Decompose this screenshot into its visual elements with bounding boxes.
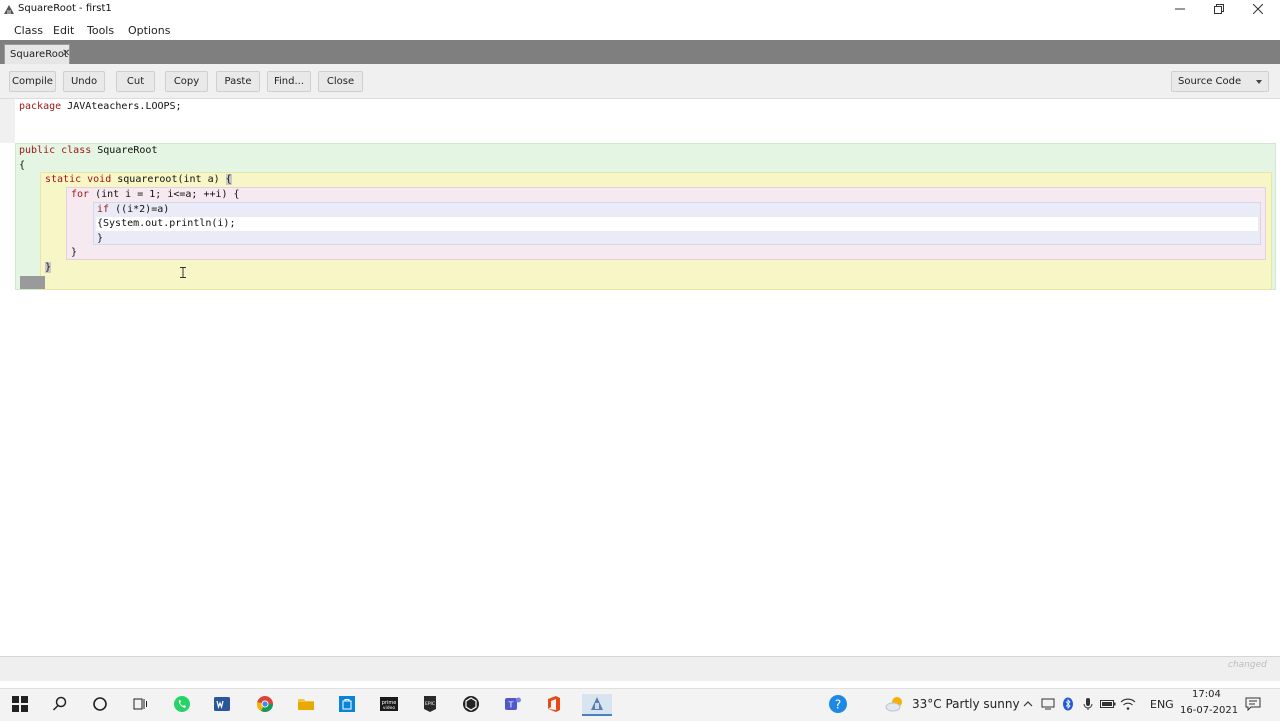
cut-button[interactable]: Cut <box>116 71 155 92</box>
language-indicator[interactable]: ENG <box>1150 698 1174 711</box>
code-line-println: {System.out.println(i); <box>97 218 236 229</box>
chevron-down-icon <box>1256 80 1262 84</box>
code-line-if: if ((i*2)=a) <box>97 203 169 217</box>
whatsapp-icon[interactable] <box>172 694 192 714</box>
svg-text:?: ? <box>835 698 841 712</box>
tab-strip: SquareRoot ✕ <box>0 40 1280 64</box>
code-line-open-brace: { <box>19 160 26 171</box>
code-text: squareroot(int a) <box>111 174 226 185</box>
network-icon[interactable] <box>1038 694 1058 714</box>
store-icon[interactable] <box>337 694 357 714</box>
windows-start-icon[interactable] <box>10 694 30 714</box>
chevron-up-icon[interactable] <box>1018 694 1038 714</box>
restore-icon <box>1214 3 1224 17</box>
text-cursor-icon <box>180 267 186 278</box>
epic-games-icon[interactable]: EPIC <box>420 694 440 714</box>
keyword: package <box>19 101 62 112</box>
restore-button[interactable] <box>1199 0 1239 20</box>
changed-status: changed <box>1228 660 1267 670</box>
code-text: JAVAteachers.LOOPS; <box>61 101 182 112</box>
window-title: SquareRoot - first1 <box>18 3 112 14</box>
bluej-icon[interactable] <box>582 694 612 716</box>
compile-button[interactable]: Compile <box>9 71 56 92</box>
menu-options[interactable]: Options <box>128 24 170 37</box>
teams-icon[interactable]: T <box>503 694 523 714</box>
clock-time[interactable]: 17:04 <box>1192 689 1221 700</box>
battery-icon[interactable] <box>1098 694 1118 714</box>
title-bar: SquareRoot - first1 <box>0 0 1280 20</box>
keyword: static void <box>45 174 112 185</box>
status-bar <box>0 656 1280 681</box>
current-line-highlight <box>96 217 1258 231</box>
keyword: for <box>71 189 90 200</box>
menu-edit[interactable]: Edit <box>53 24 74 37</box>
office-icon[interactable] <box>544 694 564 714</box>
paste-button[interactable]: Paste <box>216 71 260 92</box>
minimize-button[interactable] <box>1160 0 1200 20</box>
code-line-close-for: } <box>71 247 78 258</box>
keyword: public class <box>19 145 92 156</box>
menu-bar: Class Edit Tools Options <box>0 20 1280 40</box>
chrome-icon[interactable] <box>255 694 275 714</box>
menu-tools[interactable]: Tools <box>87 24 114 37</box>
weather-icon[interactable] <box>885 694 905 714</box>
file-explorer-icon[interactable] <box>296 694 316 714</box>
tab-close-icon[interactable]: ✕ <box>62 48 70 59</box>
task-view-icon[interactable] <box>130 694 150 714</box>
code-line-close-method: } <box>45 261 52 275</box>
bluetooth-icon[interactable] <box>1058 694 1078 714</box>
app-icon <box>3 4 15 19</box>
wifi-icon[interactable] <box>1118 694 1138 714</box>
line-gutter <box>0 99 15 143</box>
code-line-for: for (int i = 1; i<=a; ++i) { <box>71 188 240 202</box>
matched-brace: { <box>225 174 232 185</box>
tab-label: SquareRoot <box>10 49 68 60</box>
code-text: ((i*2)=a) <box>109 204 170 215</box>
code-line-method: static void squareroot(int a) { <box>45 173 232 187</box>
notification-icon[interactable] <box>1243 694 1263 714</box>
code-text: SquareRoot <box>91 145 158 156</box>
undo-button[interactable]: Undo <box>63 71 105 92</box>
close-button[interactable]: Close <box>318 71 363 92</box>
menu-class[interactable]: Class <box>14 24 43 37</box>
clock-date[interactable]: 16-07-2021 <box>1180 705 1238 716</box>
code-line-package: package JAVAteachers.LOOPS; <box>19 100 182 114</box>
word-icon[interactable] <box>212 694 232 714</box>
code-line-close-if: } <box>97 233 104 244</box>
svg-text:T: T <box>508 701 514 710</box>
tab-squareroot[interactable]: SquareRoot ✕ <box>4 44 70 64</box>
unity-icon[interactable] <box>461 694 481 714</box>
code-line-class: public class SquareRoot <box>19 144 157 158</box>
copy-button[interactable]: Copy <box>165 71 208 92</box>
microphone-icon[interactable] <box>1078 694 1098 714</box>
matched-brace: } <box>45 262 52 273</box>
svg-text:video: video <box>383 705 396 711</box>
toolbar: Compile Undo Cut Copy Paste Find... Clos… <box>0 64 1280 99</box>
search-icon[interactable] <box>50 694 70 714</box>
keyword: if <box>97 204 110 215</box>
view-select[interactable]: Source Code <box>1171 71 1269 92</box>
close-window-button[interactable] <box>1238 0 1278 20</box>
prime-video-icon[interactable]: prime video <box>379 694 399 714</box>
cortana-icon[interactable] <box>90 694 110 714</box>
svg-text:EPIC: EPIC <box>425 701 435 707</box>
view-select-value: Source Code <box>1178 76 1242 87</box>
weather-text[interactable]: 33°C Partly sunny <box>912 697 1020 711</box>
scope-marker <box>20 276 45 289</box>
help-icon[interactable]: ? <box>828 694 848 714</box>
close-icon <box>1252 3 1264 17</box>
minimize-icon <box>1175 4 1185 17</box>
find-button[interactable]: Find... <box>267 71 311 92</box>
code-text: (int i = 1; i<=a; ++i) { <box>89 189 240 200</box>
